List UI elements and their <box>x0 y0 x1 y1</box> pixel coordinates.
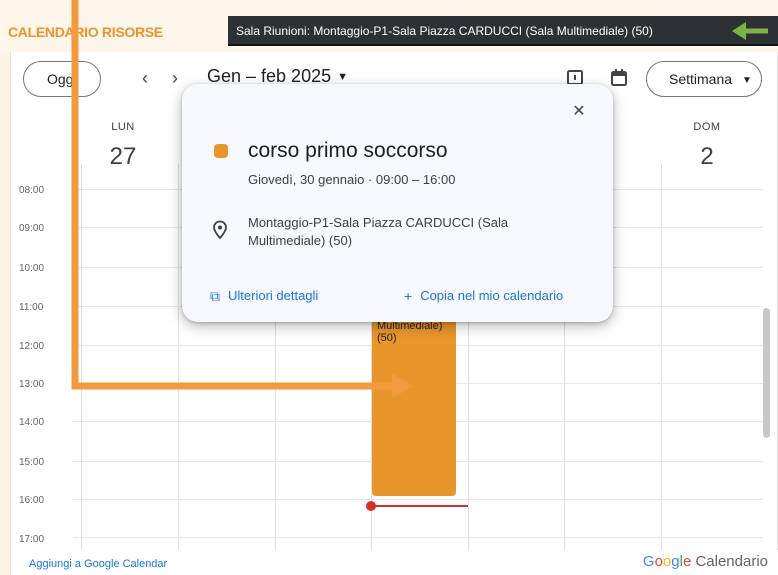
day-name: LUN <box>111 121 135 133</box>
close-icon: ✕ <box>572 103 586 120</box>
caret-down-icon: ▼ <box>337 71 348 83</box>
column-divider <box>661 164 662 550</box>
tooltip-text: Sala Riunioni: Montaggio-P1-Sala Piazza … <box>236 24 653 38</box>
add-to-google-calendar-link[interactable]: Aggiungi a Google Calendar <box>29 558 167 570</box>
event-location: Montaggio-P1-Sala Piazza CARDUCCI (Sala … <box>248 215 509 248</box>
more-details-link[interactable]: ⧉ Ulteriori dettagli <box>210 288 318 305</box>
day-number: 27 <box>109 143 137 170</box>
hour-label: 16:00 <box>19 495 45 506</box>
date-range-label: Gen – feb 2025 <box>207 66 332 86</box>
hour-label: 15:00 <box>19 457 45 468</box>
event-color-swatch <box>214 144 228 158</box>
hour-label: 11:00 <box>19 302 44 313</box>
copy-to-calendar-label: Copia nel mio calendario <box>420 288 564 303</box>
day-header-mon[interactable]: LUN 27 <box>75 121 171 171</box>
hour-label: 13:00 <box>19 379 45 390</box>
day-header-sun[interactable]: DOM 2 <box>659 121 755 171</box>
hour-line <box>73 537 763 538</box>
location-pin-icon <box>213 220 227 240</box>
calendar-icon[interactable] <box>607 66 631 90</box>
green-arrow-icon <box>732 22 768 40</box>
hour-label: 17:00 <box>19 534 45 545</box>
today-button[interactable]: Oggi <box>23 61 101 97</box>
view-selector-button[interactable]: Settimana ▼ <box>646 61 762 97</box>
resource-tooltip: Sala Riunioni: Montaggio-P1-Sala Piazza … <box>228 16 778 46</box>
event-details-popup: ✕ corso primo soccorso Giovedì, 30 genna… <box>182 84 613 322</box>
google-wordmark: Google <box>642 553 692 570</box>
next-week-button[interactable]: › <box>163 66 187 90</box>
chevron-right-icon: › <box>172 68 178 88</box>
current-time-dot <box>366 501 376 511</box>
hour-line <box>73 499 763 500</box>
hour-label: 09:00 <box>19 223 45 234</box>
top-strip: CALENDARIO RISORSE Sala Riunioni: Montag… <box>0 0 778 55</box>
open-external-icon: ⧉ <box>210 288 220 304</box>
hour-label: 14:00 <box>19 417 45 428</box>
hour-label: 12:00 <box>19 341 45 352</box>
copy-to-my-calendar-link[interactable]: + Copia nel mio calendario <box>404 288 563 304</box>
google-calendar-logo: Google Calendario <box>643 553 768 570</box>
close-popup-button[interactable]: ✕ <box>569 102 589 122</box>
more-details-label: Ulteriori dettagli <box>228 288 319 303</box>
hour-label: 10:00 <box>19 263 45 274</box>
caret-down-icon: ▼ <box>742 75 752 86</box>
event-title: corso primo soccorso <box>248 139 448 162</box>
vertical-scrollbar[interactable] <box>763 308 770 438</box>
resource-calendar-title: CALENDARIO RISORSE <box>8 24 163 40</box>
brand-product-name: Calendario <box>695 553 768 570</box>
event-datetime: Giovedì, 30 gennaio · 09:00 – 16:00 <box>248 172 456 187</box>
chevron-left-icon: ‹ <box>142 68 148 88</box>
hour-label: 08:00 <box>19 185 45 196</box>
plus-icon: + <box>404 288 413 304</box>
day-number: 2 <box>700 143 714 170</box>
calendar-footer: Aggiungi a Google Calendar Google Calend… <box>10 550 778 575</box>
view-label: Settimana <box>669 71 733 87</box>
current-time-line <box>374 505 468 507</box>
column-divider <box>81 164 82 550</box>
prev-week-button[interactable]: ‹ <box>133 66 157 90</box>
day-name: DOM <box>693 121 721 133</box>
column-divider <box>178 164 179 550</box>
